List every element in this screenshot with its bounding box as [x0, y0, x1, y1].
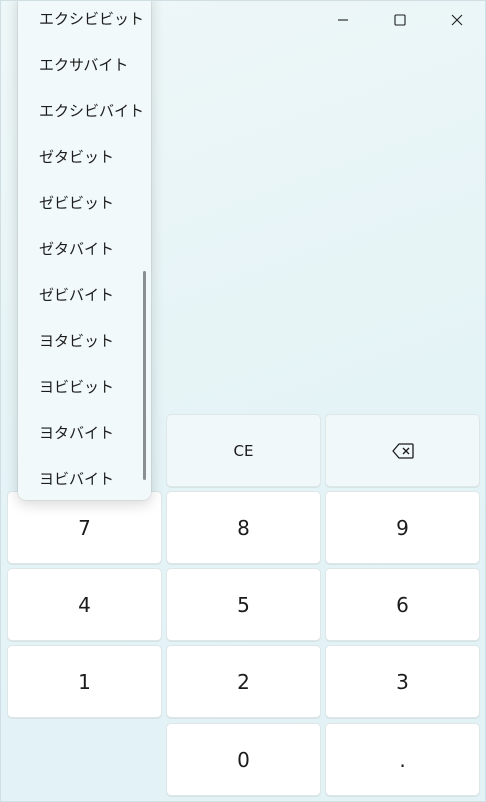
clear-entry-button[interactable]: CE: [166, 414, 321, 487]
key-0-label: 0: [237, 748, 250, 772]
key-3[interactable]: 3: [325, 645, 480, 718]
unit-option-label: ゼタバイト: [39, 238, 114, 259]
key-2[interactable]: 2: [166, 645, 321, 718]
unit-option[interactable]: ヨビバイト: [18, 458, 151, 498]
unit-option[interactable]: ゼタビット: [18, 136, 151, 176]
key-6-label: 6: [396, 593, 409, 617]
unit-option-label: エクサバイト: [39, 54, 128, 75]
unit-option[interactable]: ヨタバイト: [18, 412, 151, 452]
key-2-label: 2: [237, 670, 250, 694]
key-5-label: 5: [237, 593, 250, 617]
key-1[interactable]: 1: [7, 645, 162, 718]
key-9-label: 9: [396, 516, 409, 540]
unit-dropdown-list[interactable]: エクシビビット エクサバイト エクシビバイト ゼタビット ゼビビット ゼタバイト…: [18, 0, 151, 500]
converter-window: CE 7 8 9 4 5 6 1 2 3 0 .: [0, 0, 486, 802]
key-0[interactable]: 0: [166, 723, 321, 796]
minimize-icon: [337, 14, 349, 26]
maximize-icon: [394, 14, 406, 26]
unit-option-label: ゼタビット: [39, 146, 114, 167]
key-6[interactable]: 6: [325, 568, 480, 641]
backspace-icon: [392, 443, 414, 459]
unit-option[interactable]: エクシビビット: [18, 0, 151, 38]
unit-option-label: ゼビバイト: [39, 284, 114, 305]
key-4[interactable]: 4: [7, 568, 162, 641]
key-4-label: 4: [78, 593, 91, 617]
key-8[interactable]: 8: [166, 491, 321, 564]
key-7[interactable]: 7: [7, 491, 162, 564]
maximize-button[interactable]: [372, 1, 428, 39]
clear-entry-label: CE: [234, 442, 254, 460]
key-9[interactable]: 9: [325, 491, 480, 564]
dropdown-scrollbar-thumb[interactable]: [143, 271, 146, 480]
unit-option-label: ヨタビット: [39, 330, 114, 351]
unit-option[interactable]: ヨビビット: [18, 366, 151, 406]
key-3-label: 3: [396, 670, 409, 694]
unit-option-label: エクシビバイト: [39, 100, 144, 121]
decimal-key-label: .: [399, 748, 405, 772]
unit-option[interactable]: エクシビバイト: [18, 90, 151, 130]
unit-option[interactable]: ヨタビット: [18, 320, 151, 360]
unit-option[interactable]: ゼビビット: [18, 182, 151, 222]
close-icon: [451, 14, 463, 26]
close-button[interactable]: [429, 1, 485, 39]
unit-option-label: ゼビビット: [39, 192, 114, 213]
minimize-button[interactable]: [315, 1, 371, 39]
unit-option-label: エクシビビット: [39, 8, 144, 29]
key-7-label: 7: [78, 516, 91, 540]
unit-option[interactable]: ゼタバイト: [18, 228, 151, 268]
key-8-label: 8: [237, 516, 250, 540]
unit-option-label: ヨビバイト: [39, 468, 114, 489]
unit-option-label: ヨタバイト: [39, 422, 114, 443]
unit-option-label: ヨビビット: [39, 376, 114, 397]
unit-option[interactable]: ゼビバイト: [18, 274, 151, 314]
key-1-label: 1: [78, 670, 91, 694]
backspace-button[interactable]: [325, 414, 480, 487]
decimal-key[interactable]: .: [325, 723, 480, 796]
unit-option[interactable]: エクサバイト: [18, 44, 151, 84]
key-5[interactable]: 5: [166, 568, 321, 641]
